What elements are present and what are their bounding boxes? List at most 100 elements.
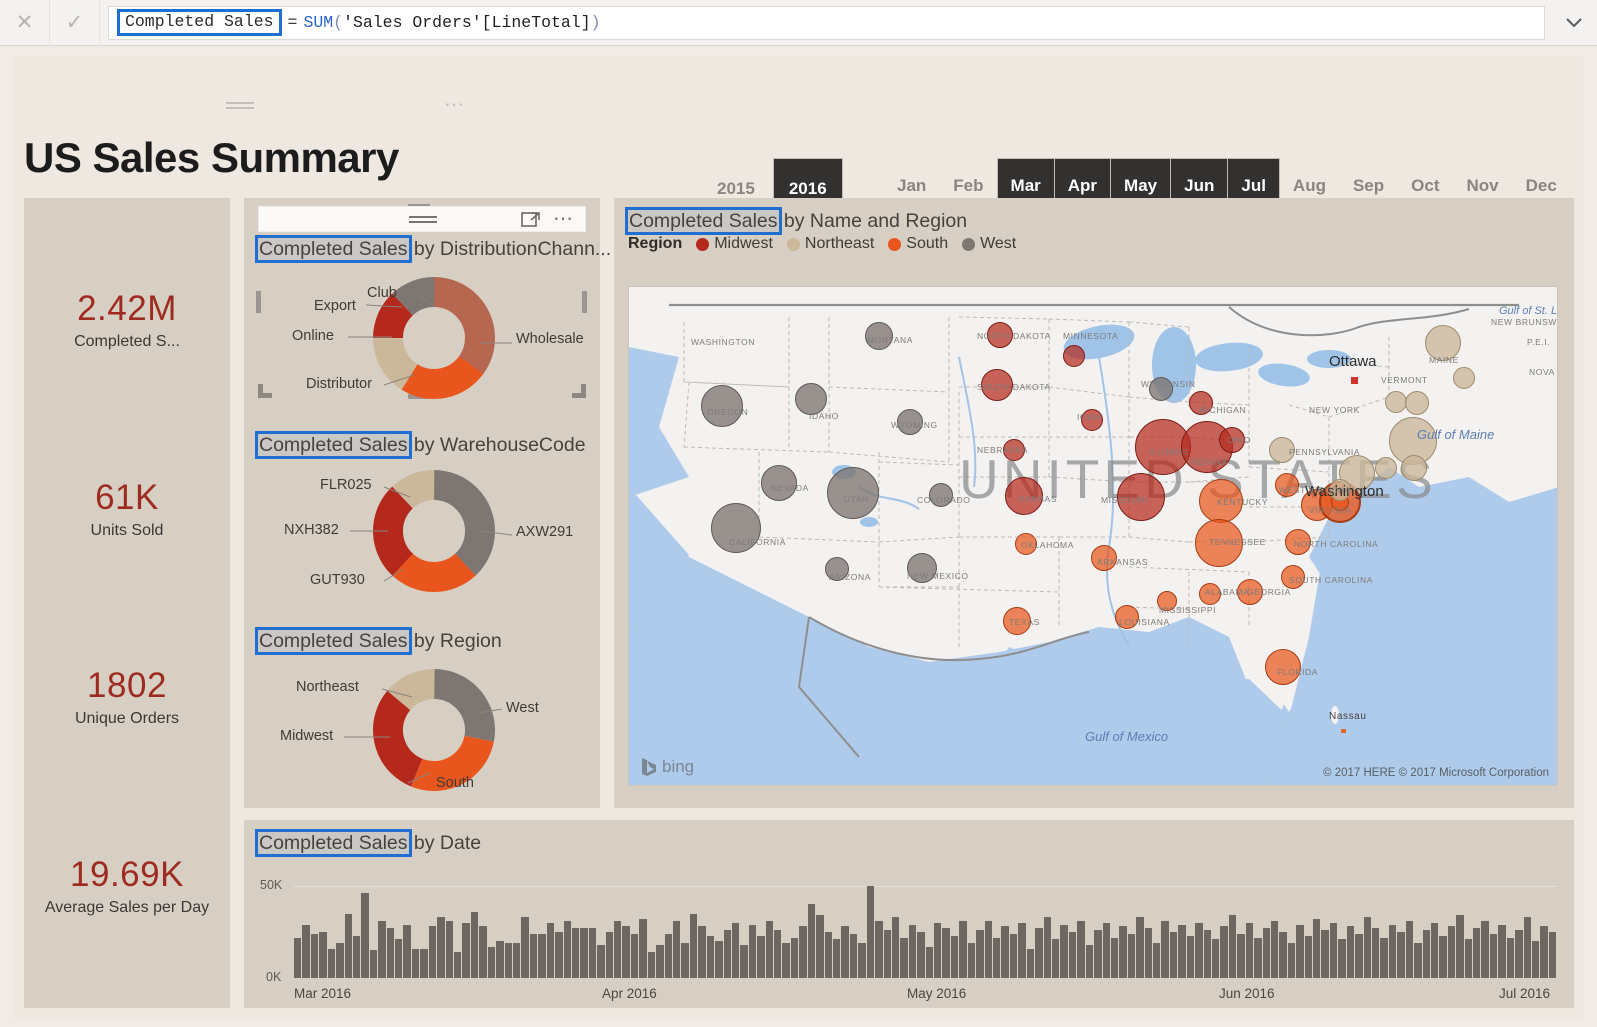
bar[interactable] (327, 948, 336, 978)
bar[interactable] (790, 937, 799, 978)
bar[interactable] (706, 935, 715, 978)
bar[interactable] (672, 920, 681, 978)
bar[interactable] (1102, 922, 1110, 978)
bar[interactable] (1018, 922, 1026, 978)
bar[interactable] (352, 935, 361, 978)
bar[interactable] (504, 943, 512, 978)
date-bar-chart-visual[interactable]: Completed Sales by Date 50K 0K Mar 2016 … (244, 820, 1574, 1008)
bar[interactable] (462, 922, 470, 978)
map-bubble-mississippi[interactable] (1157, 591, 1177, 611)
bar[interactable] (378, 920, 386, 978)
bar[interactable] (1153, 943, 1161, 978)
map-bubble-tennessee[interactable] (1195, 519, 1243, 567)
bar[interactable] (411, 948, 420, 978)
bar[interactable] (479, 926, 487, 978)
bar[interactable] (1523, 917, 1532, 978)
more-options-icon[interactable]: ⋯ (444, 95, 466, 115)
map-bubble-new-hampshire[interactable] (1405, 391, 1429, 415)
bar[interactable] (386, 928, 395, 978)
bar[interactable] (1548, 932, 1557, 978)
bar[interactable] (1169, 932, 1178, 978)
bar[interactable] (622, 926, 630, 978)
bar[interactable] (1338, 939, 1346, 978)
kpi-card-unique-orders[interactable]: 1802 Unique Orders (75, 666, 179, 728)
map-bubble-maine[interactable] (1425, 325, 1461, 361)
bar[interactable] (1220, 926, 1228, 978)
bar[interactable] (841, 926, 849, 978)
bar[interactable] (1346, 926, 1355, 978)
bar[interactable] (647, 952, 656, 978)
map-bubble-minnesota[interactable] (1063, 345, 1085, 367)
bar[interactable] (1456, 915, 1464, 978)
bar[interactable] (1060, 924, 1068, 978)
bar[interactable] (866, 886, 875, 978)
legend-item-northeast[interactable]: Northeast (786, 235, 874, 253)
map-bubble-utah[interactable] (827, 467, 879, 519)
bar[interactable] (1532, 941, 1540, 978)
bar[interactable] (571, 928, 580, 978)
bar[interactable] (715, 941, 723, 978)
bar[interactable] (555, 932, 563, 978)
donut-chart-region[interactable]: Completed Sales by Region Northeast Midw (244, 627, 600, 805)
bar[interactable] (908, 924, 917, 978)
bar[interactable] (950, 935, 959, 978)
bar[interactable] (470, 911, 479, 978)
bar[interactable] (1035, 928, 1043, 978)
bar[interactable] (1245, 922, 1254, 978)
close-icon[interactable]: ✕ (0, 0, 50, 46)
bar[interactable] (361, 893, 369, 978)
bar[interactable] (1515, 930, 1523, 978)
bar[interactable] (1043, 917, 1051, 978)
bar[interactable] (1119, 926, 1127, 978)
bar[interactable] (512, 943, 521, 978)
bar[interactable] (614, 920, 622, 978)
bar[interactable] (1110, 937, 1119, 978)
map-bubble-nebraska[interactable] (1003, 439, 1025, 461)
bar[interactable] (782, 943, 790, 978)
map-bubble-arkansas[interactable] (1091, 545, 1117, 571)
bar[interactable] (1355, 933, 1363, 978)
map-bubble-new-mexico[interactable] (907, 553, 937, 583)
map-bubble-connecticut[interactable] (1375, 457, 1397, 479)
map-bubble-arizona[interactable] (825, 557, 849, 581)
bar[interactable] (900, 937, 908, 978)
legend-item-midwest[interactable]: Midwest (696, 235, 773, 253)
bar[interactable] (891, 917, 900, 978)
kpi-card-completed-sales[interactable]: 2.42M Completed S... (74, 289, 180, 351)
bar[interactable] (1127, 933, 1136, 978)
map-bubble-michigan[interactable] (1189, 391, 1213, 415)
map-bubble-north-carolina[interactable] (1285, 529, 1311, 555)
bar[interactable] (580, 928, 588, 978)
map-bubble-oklahoma[interactable] (1015, 533, 1037, 555)
bar[interactable] (740, 944, 748, 978)
bar[interactable] (1329, 922, 1338, 978)
donut-chart-warehouse-code[interactable]: Completed Sales by WarehouseCode FLR025 (244, 431, 600, 609)
bar[interactable] (1481, 920, 1489, 978)
bar[interactable] (1430, 922, 1439, 978)
bar[interactable] (1414, 943, 1422, 978)
bar[interactable] (1464, 939, 1473, 978)
kpi-card-units-sold[interactable]: 61K Units Sold (91, 478, 164, 540)
bar[interactable] (1077, 920, 1085, 978)
bar[interactable] (521, 917, 529, 978)
bar[interactable] (959, 920, 967, 978)
bar[interactable] (1186, 935, 1195, 978)
map-bubble-california[interactable] (711, 503, 761, 553)
bar[interactable] (403, 924, 411, 978)
map-bubble-idaho[interactable] (795, 383, 827, 415)
focus-mode-icon[interactable] (521, 210, 541, 228)
bar[interactable] (765, 920, 774, 978)
bar[interactable] (302, 924, 310, 978)
bar[interactable] (934, 922, 942, 978)
bar[interactable] (563, 920, 571, 978)
bar[interactable] (774, 930, 782, 978)
map-bubble-kansas[interactable] (1005, 477, 1043, 515)
bar[interactable] (1321, 930, 1329, 978)
bar[interactable] (1363, 917, 1371, 978)
bar[interactable] (1498, 924, 1506, 978)
bar[interactable] (984, 920, 993, 978)
bar[interactable] (1372, 928, 1380, 978)
bar[interactable] (993, 937, 1001, 978)
filter-icon[interactable] (226, 99, 254, 112)
map-bubble-nevada[interactable] (761, 465, 797, 501)
